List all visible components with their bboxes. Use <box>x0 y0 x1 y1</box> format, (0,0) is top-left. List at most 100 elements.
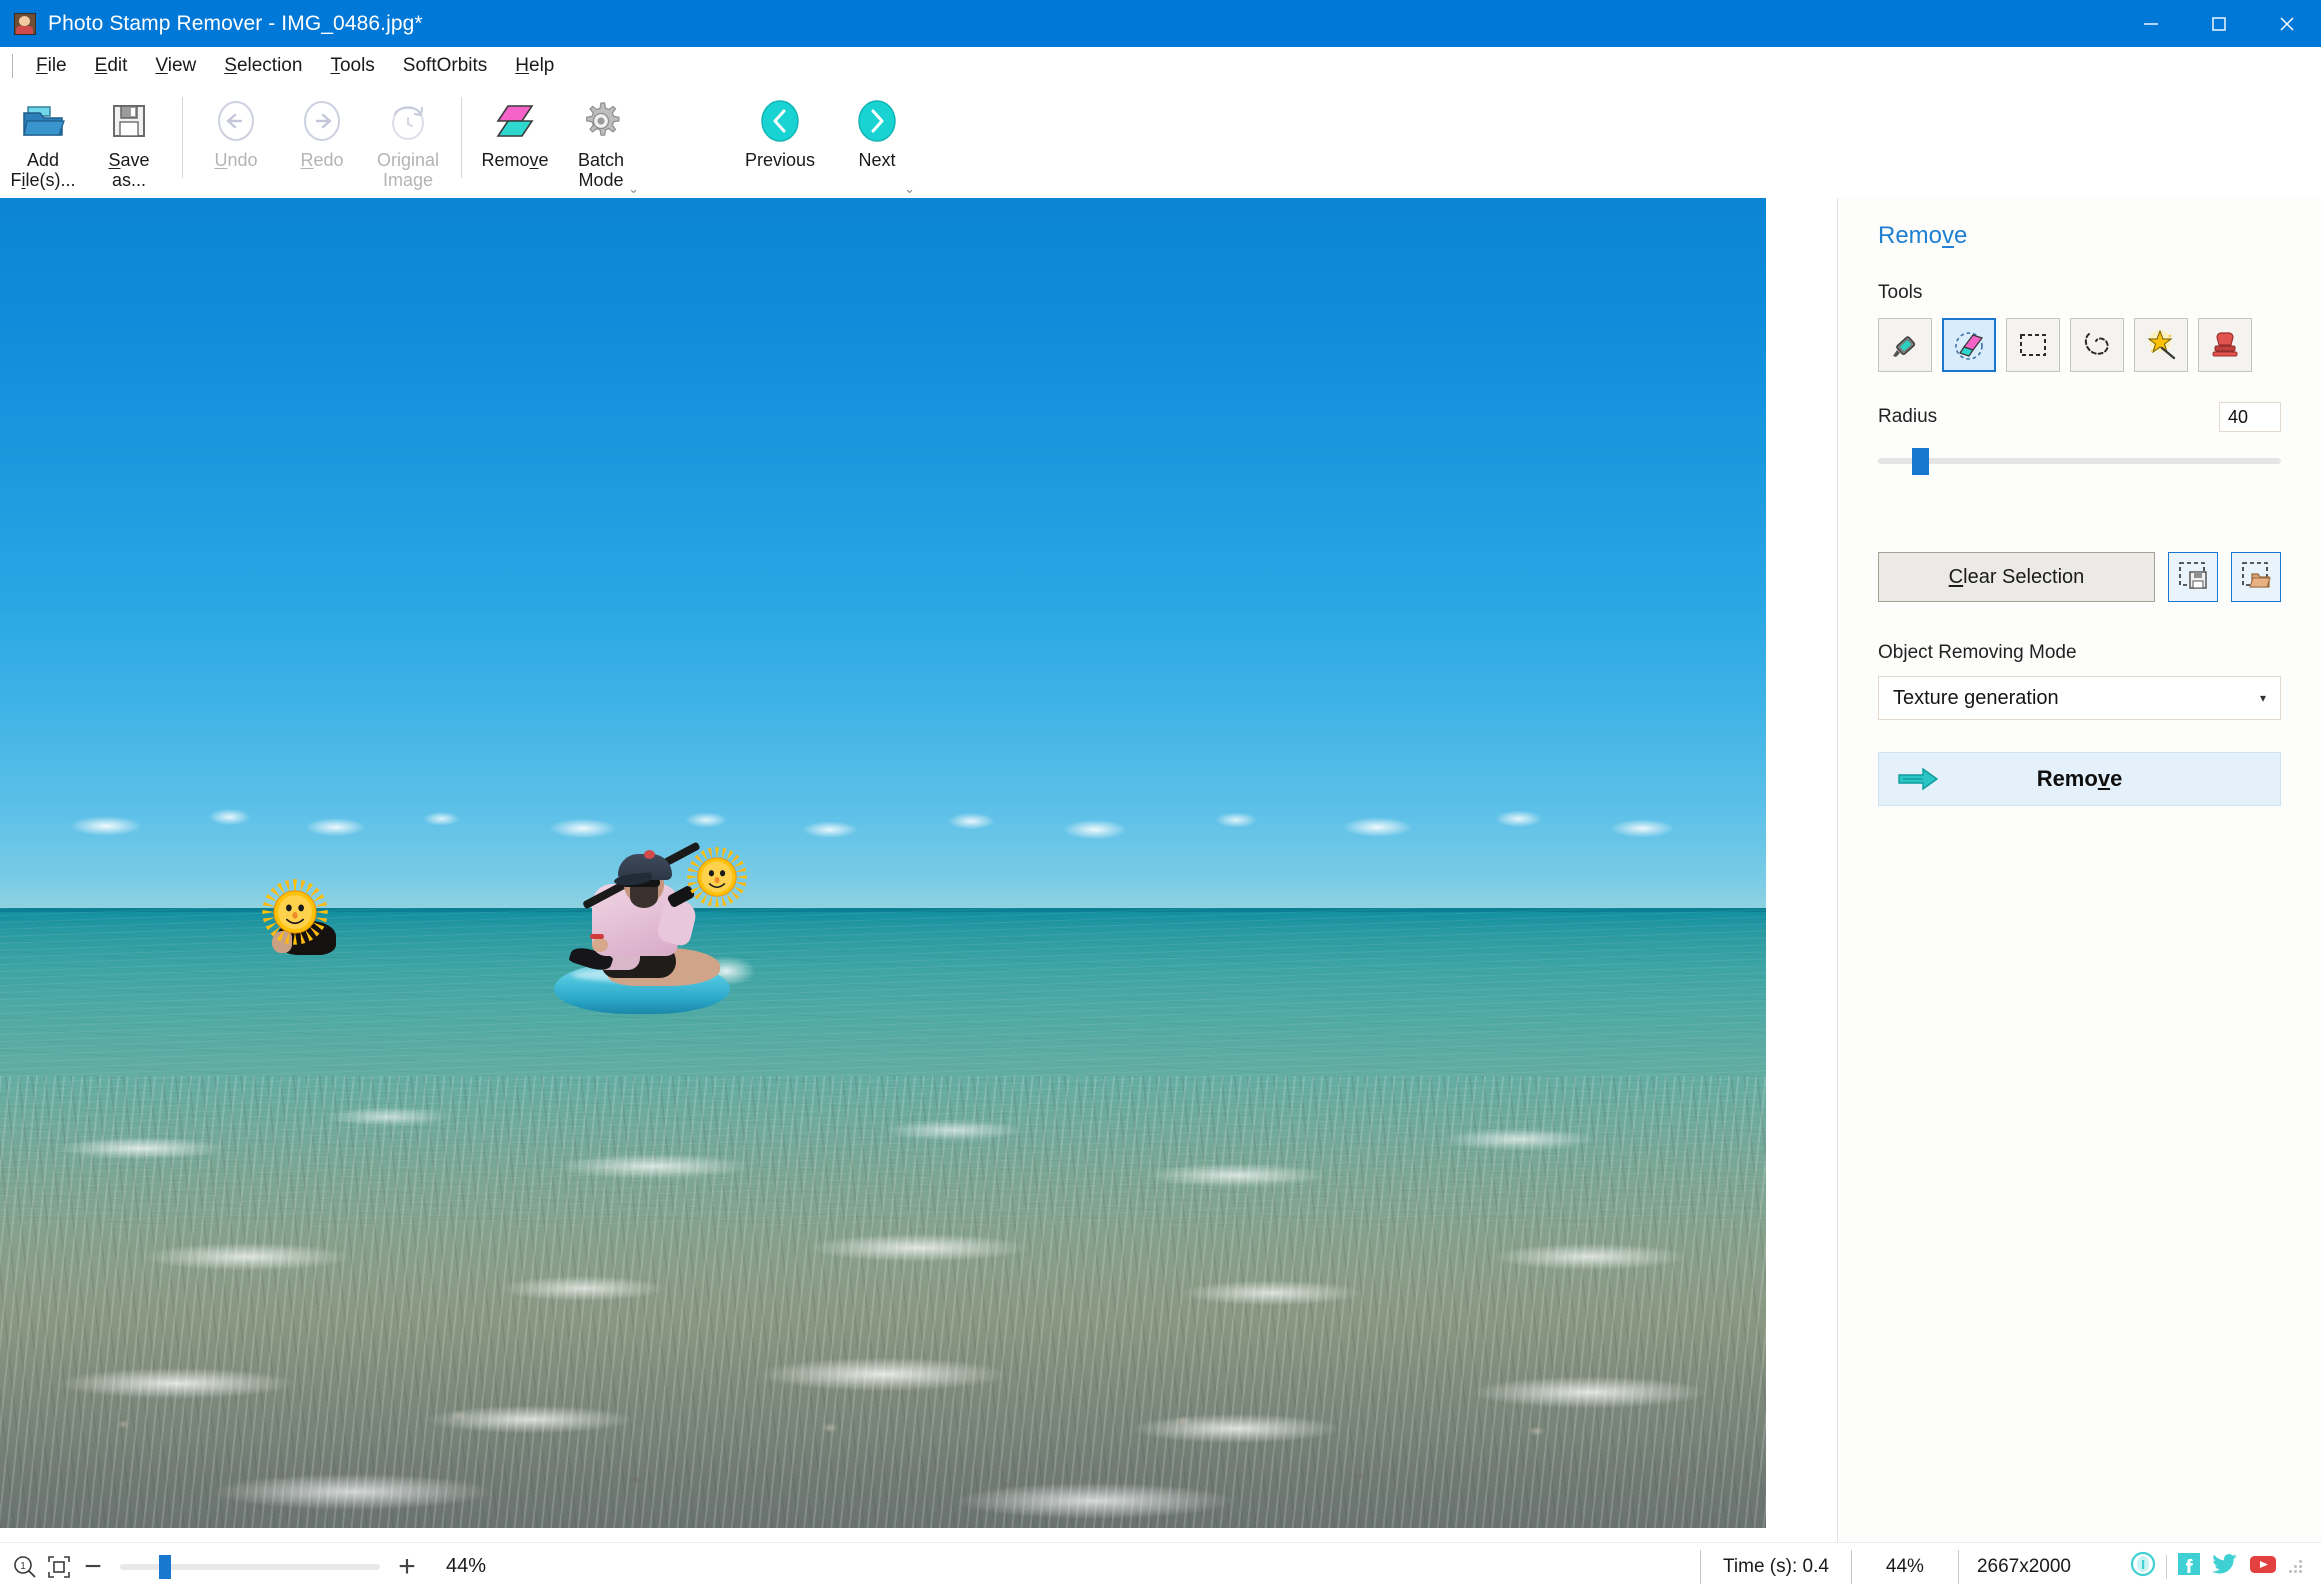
save-as-button[interactable]: Save as... <box>86 89 172 190</box>
title-bar: Photo Stamp Remover - IMG_0486.jpg* <box>0 0 2321 47</box>
menu-item-selection[interactable]: Selection <box>210 53 316 79</box>
radius-slider-thumb[interactable] <box>1912 448 1930 475</box>
chevron-down-icon: ▾ <box>2259 691 2266 705</box>
remove-action-label: Remove <box>2036 766 2123 791</box>
menu-bar: FFileile Edit View Selection Tools SoftO… <box>0 47 2321 85</box>
lasso-icon <box>2080 328 2114 362</box>
revert-clock-icon <box>386 95 430 147</box>
maximize-button[interactable] <box>2185 0 2253 47</box>
chevron-right-circle-icon <box>854 95 900 147</box>
info-icon[interactable] <box>2129 1550 2157 1583</box>
tools-label: Tools <box>1878 282 1923 303</box>
rectangle-select-icon <box>2016 328 2050 362</box>
marker-tool[interactable] <box>1878 318 1932 372</box>
ribbon-group-file: Add File(s)... Save as... <box>0 85 172 198</box>
load-selection-button[interactable] <box>2231 552 2281 602</box>
application-window: Photo Stamp Remover - IMG_0486.jpg* FFil… <box>0 0 2321 1590</box>
status-zoom-percent: 44% <box>1850 1549 1958 1584</box>
eraser-tool[interactable] <box>1942 318 1996 372</box>
save-selection-icon <box>2177 559 2209 596</box>
window-title: Photo Stamp Remover - IMG_0486.jpg* <box>48 11 423 35</box>
menu-item-tools[interactable]: Tools <box>316 53 388 79</box>
radius-input[interactable] <box>2219 402 2281 432</box>
undo-arrow-icon <box>214 95 258 147</box>
previous-button[interactable]: Previous <box>726 89 834 170</box>
rectangle-select-tool[interactable] <box>2006 318 2060 372</box>
original-image-label: Original Image <box>376 150 440 191</box>
zoom-slider[interactable] <box>120 1554 380 1579</box>
ribbon-separator <box>182 97 183 178</box>
radius-slider[interactable] <box>1878 448 2281 475</box>
batch-mode-button[interactable]: Batch Mode <box>558 89 644 190</box>
redo-label: Redo <box>300 150 344 170</box>
next-label: Next <box>858 150 896 170</box>
zoom-slider-thumb[interactable] <box>159 1554 171 1579</box>
remove-panel: Remove Tools Radius 40 C lear Selection … <box>1838 198 2321 1542</box>
magic-wand-tool[interactable] <box>2134 318 2188 372</box>
status-time: Time (s): 0.4 <box>1700 1549 1851 1584</box>
load-selection-icon <box>2240 559 2272 596</box>
magic-wand-icon <box>2144 328 2178 362</box>
redo-arrow-icon <box>300 95 344 147</box>
sun-smiley-sticker[interactable] <box>261 878 329 946</box>
original-image-button[interactable]: Original Image <box>365 89 451 190</box>
batch-mode-label: Batch Mode <box>577 150 625 191</box>
ribbon-group-history: Undo Redo Original Image <box>193 85 451 198</box>
next-button[interactable]: Next <box>834 89 920 170</box>
undo-button[interactable]: Undo <box>193 89 279 170</box>
resize-grip-icon[interactable] <box>2287 1558 2305 1576</box>
svg-text:1: 1 <box>20 1561 26 1572</box>
stamp-tool[interactable] <box>2198 318 2252 372</box>
menu-gripper <box>8 53 18 79</box>
add-files-label: Add File(s)... <box>10 150 76 191</box>
photo-image[interactable] <box>0 198 1766 1528</box>
ribbon-group-actions: Remove Batch Mode ⌄ <box>472 85 644 198</box>
zoom-out-button[interactable]: − <box>76 1550 110 1584</box>
lasso-tool[interactable] <box>2070 318 2124 372</box>
clear-selection-button[interactable]: Clear Selection <box>1878 552 2155 602</box>
save-selection-button[interactable] <box>2168 552 2218 602</box>
sun-smiley-icon <box>687 847 747 907</box>
zoom-100-icon[interactable]: 1 <box>8 1550 42 1584</box>
object-removing-mode-select[interactable]: Texture generation ▾ <box>1878 676 2281 720</box>
radius-row: Radius <box>1878 402 2281 432</box>
zoom-in-button[interactable]: + <box>390 1550 424 1584</box>
parallelogram-remove-icon <box>494 95 536 147</box>
image-canvas-area[interactable] <box>0 198 1838 1542</box>
youtube-icon[interactable] <box>2248 1552 2278 1581</box>
group-expander-icon[interactable]: ⌄ <box>904 182 915 195</box>
floppy-disk-icon <box>109 95 149 147</box>
ribbon-separator <box>461 97 462 178</box>
facebook-icon[interactable] <box>2176 1551 2202 1582</box>
stamp-icon <box>2208 328 2242 362</box>
sun-smiley-sticker[interactable] <box>686 846 748 908</box>
pebbles <box>0 1355 1766 1528</box>
selection-actions-row: Clear Selection <box>1878 552 2281 602</box>
marker-pen-icon <box>1888 328 1922 362</box>
status-bar: 1 − + 44% Time (s): 0.4 44% 2667x2000 <box>0 1542 2321 1590</box>
sun-smiley-icon <box>262 879 328 945</box>
remove-action-button[interactable]: Remove <box>1878 752 2281 806</box>
workspace: Remove Tools Radius 40 C lear Selection … <box>0 198 2321 1542</box>
previous-label: Previous <box>744 150 816 170</box>
menu-item-edit[interactable]: Edit <box>81 53 142 79</box>
menu-item-help[interactable]: Help <box>501 53 568 79</box>
add-files-button[interactable]: Add File(s)... <box>0 89 86 190</box>
menu-item-file[interactable]: FFileile <box>22 53 81 79</box>
remove-ribbon-button[interactable]: Remove <box>472 89 558 170</box>
zoom-controls: 1 − + 44% <box>0 1550 486 1584</box>
close-button[interactable] <box>2253 0 2321 47</box>
social-divider <box>2166 1554 2167 1579</box>
menu-item-view[interactable]: View <box>141 53 210 79</box>
redo-button[interactable]: Redo <box>279 89 365 170</box>
social-links <box>2089 1550 2321 1583</box>
open-folder-icon <box>20 95 66 147</box>
minimize-button[interactable] <box>2117 0 2185 47</box>
panel-title: Remove <box>1878 222 1968 249</box>
app-photo-icon <box>14 12 36 35</box>
fit-to-window-icon[interactable] <box>42 1550 76 1584</box>
ribbon-group-navigation: Previous Next ⌄ <box>726 85 920 198</box>
group-expander-icon[interactable]: ⌄ <box>628 182 639 195</box>
menu-item-softorbits[interactable]: SoftOrbits <box>389 53 501 79</box>
twitter-icon[interactable] <box>2211 1551 2239 1582</box>
